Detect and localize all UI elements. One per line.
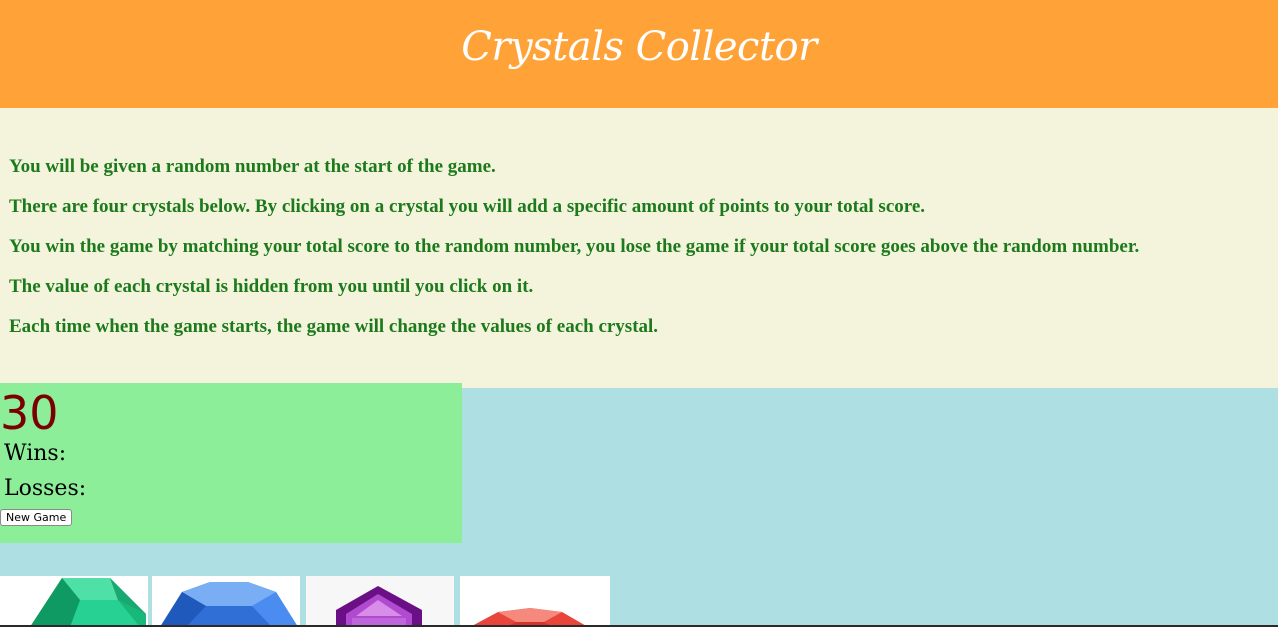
instruction-line: You win the game by matching your total … (9, 236, 1140, 257)
new-game-button[interactable]: New Game (0, 509, 73, 526)
wins-label: Wins: (4, 441, 67, 466)
target-number: 30 (0, 386, 59, 440)
instruction-line: There are four crystals below. By clicki… (9, 196, 926, 217)
red-crystal-icon (460, 576, 610, 627)
header-bar: Crystals Collector (0, 0, 1278, 108)
page-title: Crystals Collector (461, 24, 817, 70)
purple-crystal-icon (306, 576, 454, 627)
green-crystal-icon (0, 576, 148, 627)
blue-crystal-icon (152, 576, 300, 627)
instruction-line: You will be given a random number at the… (9, 156, 496, 177)
instruction-line: The value of each crystal is hidden from… (9, 276, 534, 297)
instructions-panel: You will be given a random number at the… (0, 108, 1278, 388)
red-crystal[interactable] (460, 576, 610, 627)
purple-crystal[interactable] (306, 576, 454, 627)
instruction-line: Each time when the game starts, the game… (9, 316, 659, 337)
losses-label: Losses: (4, 476, 87, 501)
green-crystal[interactable] (0, 576, 148, 627)
blue-crystal[interactable] (152, 576, 300, 627)
crystal-row (0, 576, 620, 627)
score-panel: 30 Wins: Losses: New Game (0, 383, 462, 543)
